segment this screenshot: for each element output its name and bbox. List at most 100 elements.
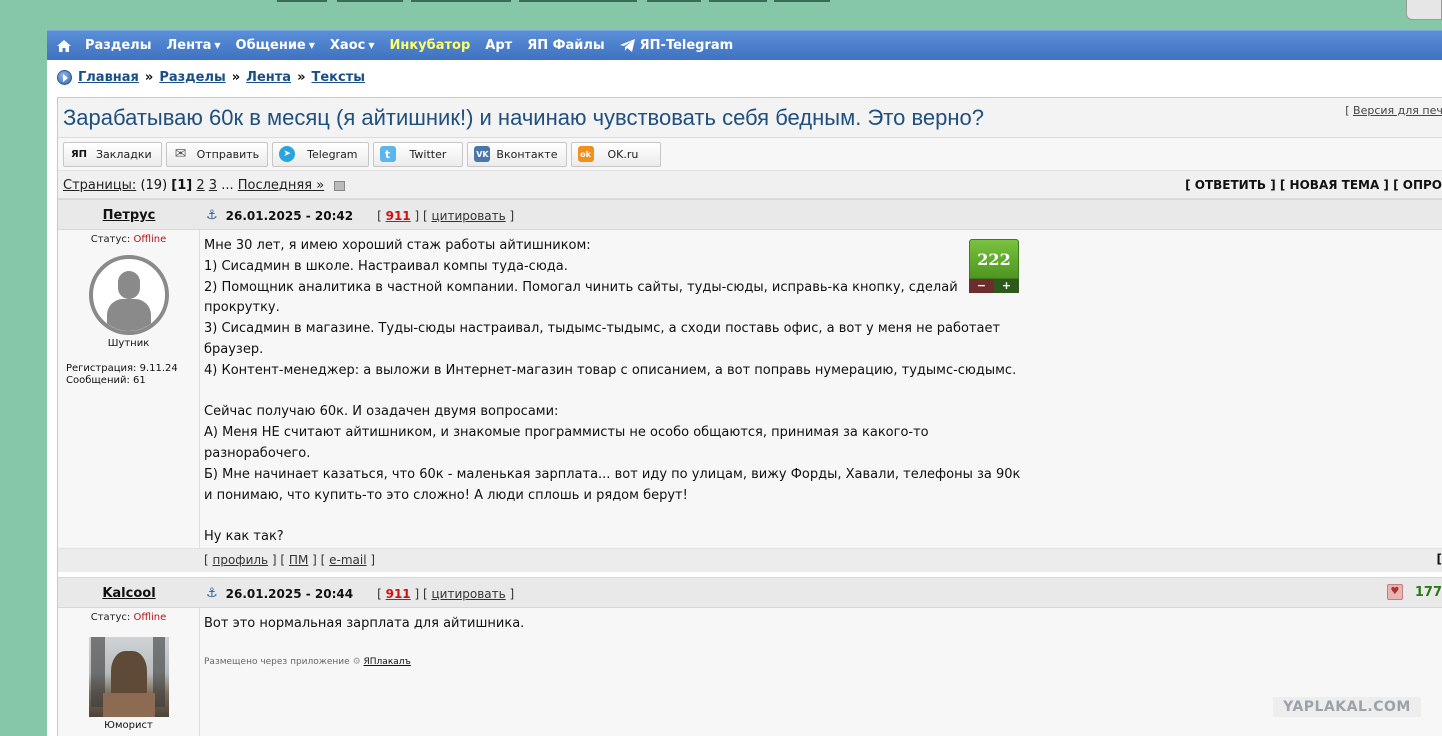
- post-meta: ⚓ 26.01.2025 - 20:44 [ 911 ] [ цитироват…: [206, 586, 514, 601]
- post-body: Статус: Offline Шутник Регистрация: 9.11…: [58, 230, 1442, 548]
- author-status: Статус: Offline: [58, 234, 199, 245]
- page-link-2[interactable]: 2: [196, 178, 204, 193]
- ok-icon: ok: [577, 146, 594, 162]
- telegram-icon: ➤: [279, 146, 296, 162]
- main-navbar: Разделы Лента ▼ Общение ▼ Хаос ▼ Инкубатор …: [47, 30, 1442, 60]
- rate-minus-button[interactable]: −: [969, 279, 994, 293]
- anchor-icon[interactable]: ⚓: [206, 208, 218, 223]
- top-link-fragment[interactable]: [647, 0, 701, 2]
- top-link-fragment[interactable]: [411, 0, 511, 2]
- topic-title: Зарабатываю 60к в месяц (я айтишник!) и …: [63, 105, 984, 130]
- nav-item-inkubator[interactable]: Инкубатор: [390, 38, 471, 53]
- topic-title-bar: Зарабатываю 60к в месяц (я айтишник!) и …: [58, 98, 1442, 138]
- post-author[interactable]: Петрус: [58, 208, 200, 223]
- vote-icon[interactable]: ♥: [1386, 584, 1403, 600]
- page-jump-icon[interactable]: [334, 180, 346, 191]
- quote-link[interactable]: цитировать: [431, 587, 505, 601]
- breadcrumb-lenta[interactable]: Лента: [246, 70, 291, 85]
- quote-link[interactable]: цитировать: [431, 209, 505, 223]
- avatar[interactable]: [88, 255, 169, 335]
- avatar-photo-detail: [102, 693, 155, 717]
- pages-label[interactable]: Страницы:: [63, 178, 136, 193]
- rate-plus-button[interactable]: +: [994, 279, 1019, 293]
- share-label: OK.ru: [607, 147, 639, 161]
- nav-label: Лента: [166, 38, 212, 53]
- current-page: [1]: [171, 178, 193, 193]
- print-version-label[interactable]: Версия для печат: [1353, 104, 1442, 117]
- top-link-fragment[interactable]: [709, 0, 767, 2]
- app-note-label: Размещено через приложение: [204, 657, 350, 667]
- twitter-icon: t: [379, 146, 396, 162]
- nav-label: ЯП Файлы: [527, 38, 605, 53]
- app-link[interactable]: ЯПлакалъ: [364, 657, 411, 667]
- breadcrumb: Главная » Разделы » Лента » Тексты: [57, 70, 365, 85]
- post-content: Мне 30 лет, я имею хороший стаж работы а…: [204, 236, 1024, 548]
- share-label: Вконтакте: [496, 147, 558, 161]
- top-link-fragment[interactable]: [277, 0, 327, 2]
- post-footer-links: [ профиль ] [ ПМ ] [ e-mail ]: [204, 553, 376, 567]
- breadcrumb-separator: »: [231, 70, 241, 85]
- pagination: Страницы: (19) [1] 2 3 ... Последняя »: [63, 178, 346, 193]
- author-stats: Регистрация: 9.11.24 Сообщений: 61: [66, 363, 199, 387]
- post-number-link[interactable]: 911: [386, 587, 411, 601]
- author-sidebar: Статус: Offline Юморист: [58, 608, 200, 736]
- registration-date: Регистрация: 9.11.24: [66, 363, 178, 374]
- post-meta-links: [ 911 ] [ цитировать ]: [377, 208, 515, 223]
- last-page-link[interactable]: Последняя »: [238, 178, 324, 193]
- breadcrumb-separator: »: [144, 70, 154, 85]
- profile-link[interactable]: профиль: [213, 553, 269, 567]
- nav-label: Инкубатор: [389, 38, 471, 53]
- share-bookmarks-button[interactable]: ЯП Закладки: [63, 141, 162, 167]
- top-link-fragment[interactable]: [774, 0, 830, 2]
- nav-item-obshchenie[interactable]: Общение ▼: [236, 38, 315, 53]
- avatar[interactable]: [88, 637, 169, 717]
- nav-item-yap-telegram[interactable]: ЯП-Telegram: [619, 38, 733, 53]
- android-icon: ⚙: [352, 657, 361, 667]
- share-bar: ЯП Закладки ✉ Отправить ➤ Telegram t Twi…: [58, 138, 1442, 171]
- breadcrumb-teksty[interactable]: Тексты: [311, 70, 365, 85]
- print-version-link[interactable]: [ Версия для печат: [1345, 104, 1442, 117]
- anchor-icon[interactable]: ⚓: [206, 586, 218, 601]
- caret-down-icon: ▼: [214, 41, 221, 50]
- nav-item-razdely[interactable]: Разделы: [85, 38, 151, 53]
- pages-ellipsis: ...: [221, 178, 234, 193]
- forum-page: Разделы Лента ▼ Общение ▼ Хаос ▼ Инкубатор …: [47, 30, 1442, 736]
- user-menu-corner[interactable]: [1406, 0, 1442, 20]
- posted-via-app: Размещено через приложение ⚙ ЯПлакалъ: [204, 657, 411, 667]
- topic-actions[interactable]: [ ОТВЕТИТЬ ] [ НОВАЯ ТЕМА ] [ ОПРО: [1185, 178, 1442, 192]
- pagination-row: Страницы: (19) [1] 2 3 ... Последняя » […: [58, 171, 1442, 199]
- author-rank: Юморист: [104, 720, 153, 731]
- avatar-head: [117, 271, 140, 299]
- top-link-fragment[interactable]: [519, 0, 637, 2]
- breadcrumb-separator: »: [297, 70, 306, 85]
- post-number-link[interactable]: 911: [386, 209, 411, 223]
- vote-count: 177: [1414, 584, 1442, 600]
- share-ok-button[interactable]: ok OK.ru: [570, 141, 662, 167]
- top-link-fragment[interactable]: [337, 0, 403, 2]
- share-vk-button[interactable]: VK Вконтакте: [467, 141, 567, 167]
- rating-controls: − +: [969, 279, 1019, 293]
- share-telegram-button[interactable]: ➤ Telegram: [272, 141, 369, 167]
- telegram-plane-icon: [619, 39, 635, 52]
- breadcrumb-home[interactable]: Главная: [78, 70, 139, 85]
- post-author[interactable]: Kalcool: [58, 586, 200, 601]
- footer-right-bracket: [: [1436, 552, 1442, 566]
- home-icon[interactable]: [57, 39, 71, 52]
- pm-link[interactable]: ПМ: [289, 553, 308, 567]
- post-meta-links: [ 911 ] [ цитировать ]: [377, 586, 515, 601]
- nav-item-art[interactable]: Арт: [485, 38, 512, 53]
- share-twitter-button[interactable]: t Twitter: [372, 141, 464, 167]
- nav-item-lenta[interactable]: Лента ▼: [166, 38, 220, 53]
- page-link-3[interactable]: 3: [209, 178, 217, 193]
- nav-item-khaos[interactable]: Хаос ▼: [330, 38, 375, 53]
- post-rating: 222 − +: [969, 239, 1019, 294]
- breadcrumb-razdely[interactable]: Разделы: [159, 70, 225, 85]
- caret-down-icon: ▼: [308, 41, 315, 50]
- play-circle-icon: [57, 70, 72, 85]
- share-send-button[interactable]: ✉ Отправить: [165, 141, 269, 167]
- mail-icon: ✉: [174, 146, 187, 162]
- share-label: Twitter: [409, 147, 447, 161]
- nav-item-yap-files[interactable]: ЯП Файлы: [527, 38, 604, 53]
- status-value: Offline: [133, 234, 167, 245]
- email-link[interactable]: e-mail: [329, 553, 366, 567]
